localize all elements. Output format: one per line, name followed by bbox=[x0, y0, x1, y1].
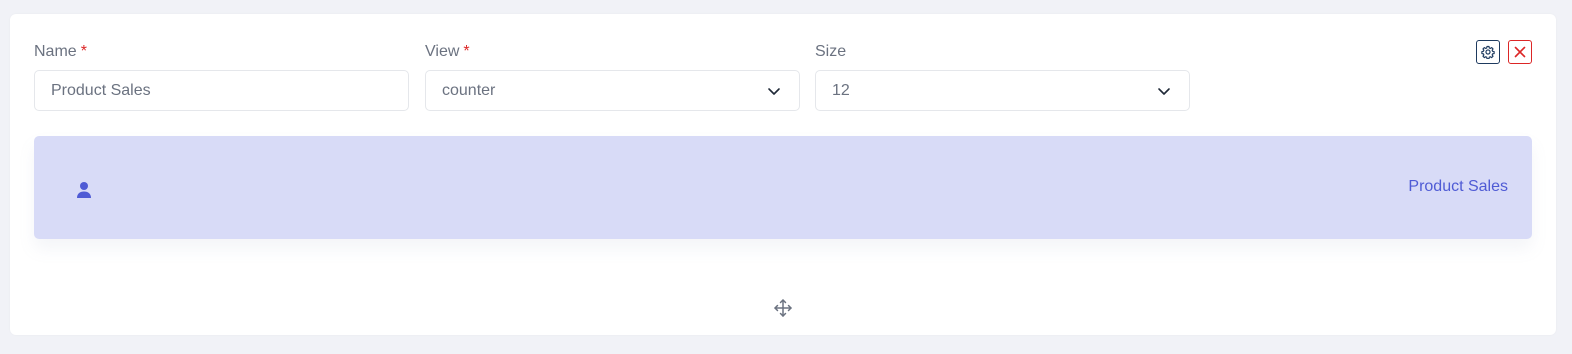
name-field: Name * Product Sales bbox=[34, 42, 409, 111]
user-icon bbox=[77, 182, 91, 198]
widget-editor-card: Name * Product Sales View * counter Size 1… bbox=[10, 14, 1556, 335]
size-field: Size 12 bbox=[815, 42, 1190, 111]
close-icon bbox=[1514, 46, 1526, 58]
size-select[interactable]: 12 bbox=[815, 70, 1190, 111]
required-marker: * bbox=[80, 43, 87, 60]
close-button[interactable] bbox=[1508, 40, 1532, 64]
counter-title: Product Sales bbox=[1408, 178, 1508, 195]
view-select-value: counter bbox=[442, 81, 496, 99]
required-marker: * bbox=[463, 43, 470, 60]
chevron-down-icon bbox=[1158, 88, 1170, 95]
view-label: View * bbox=[425, 43, 470, 60]
chevron-down-icon bbox=[768, 88, 780, 95]
size-label: Size bbox=[815, 43, 847, 60]
move-icon bbox=[774, 299, 792, 317]
view-select[interactable]: counter bbox=[425, 70, 800, 111]
name-input[interactable]: Product Sales bbox=[34, 70, 409, 111]
name-input-value: Product Sales bbox=[51, 81, 151, 99]
settings-button[interactable] bbox=[1476, 40, 1500, 64]
name-label: Name * bbox=[34, 43, 87, 60]
counter-widget-preview: Product Sales bbox=[34, 136, 1532, 239]
view-field: View * counter bbox=[425, 42, 800, 111]
move-handle[interactable] bbox=[773, 298, 793, 318]
size-select-value: 12 bbox=[832, 81, 850, 99]
gear-icon bbox=[1481, 45, 1495, 59]
